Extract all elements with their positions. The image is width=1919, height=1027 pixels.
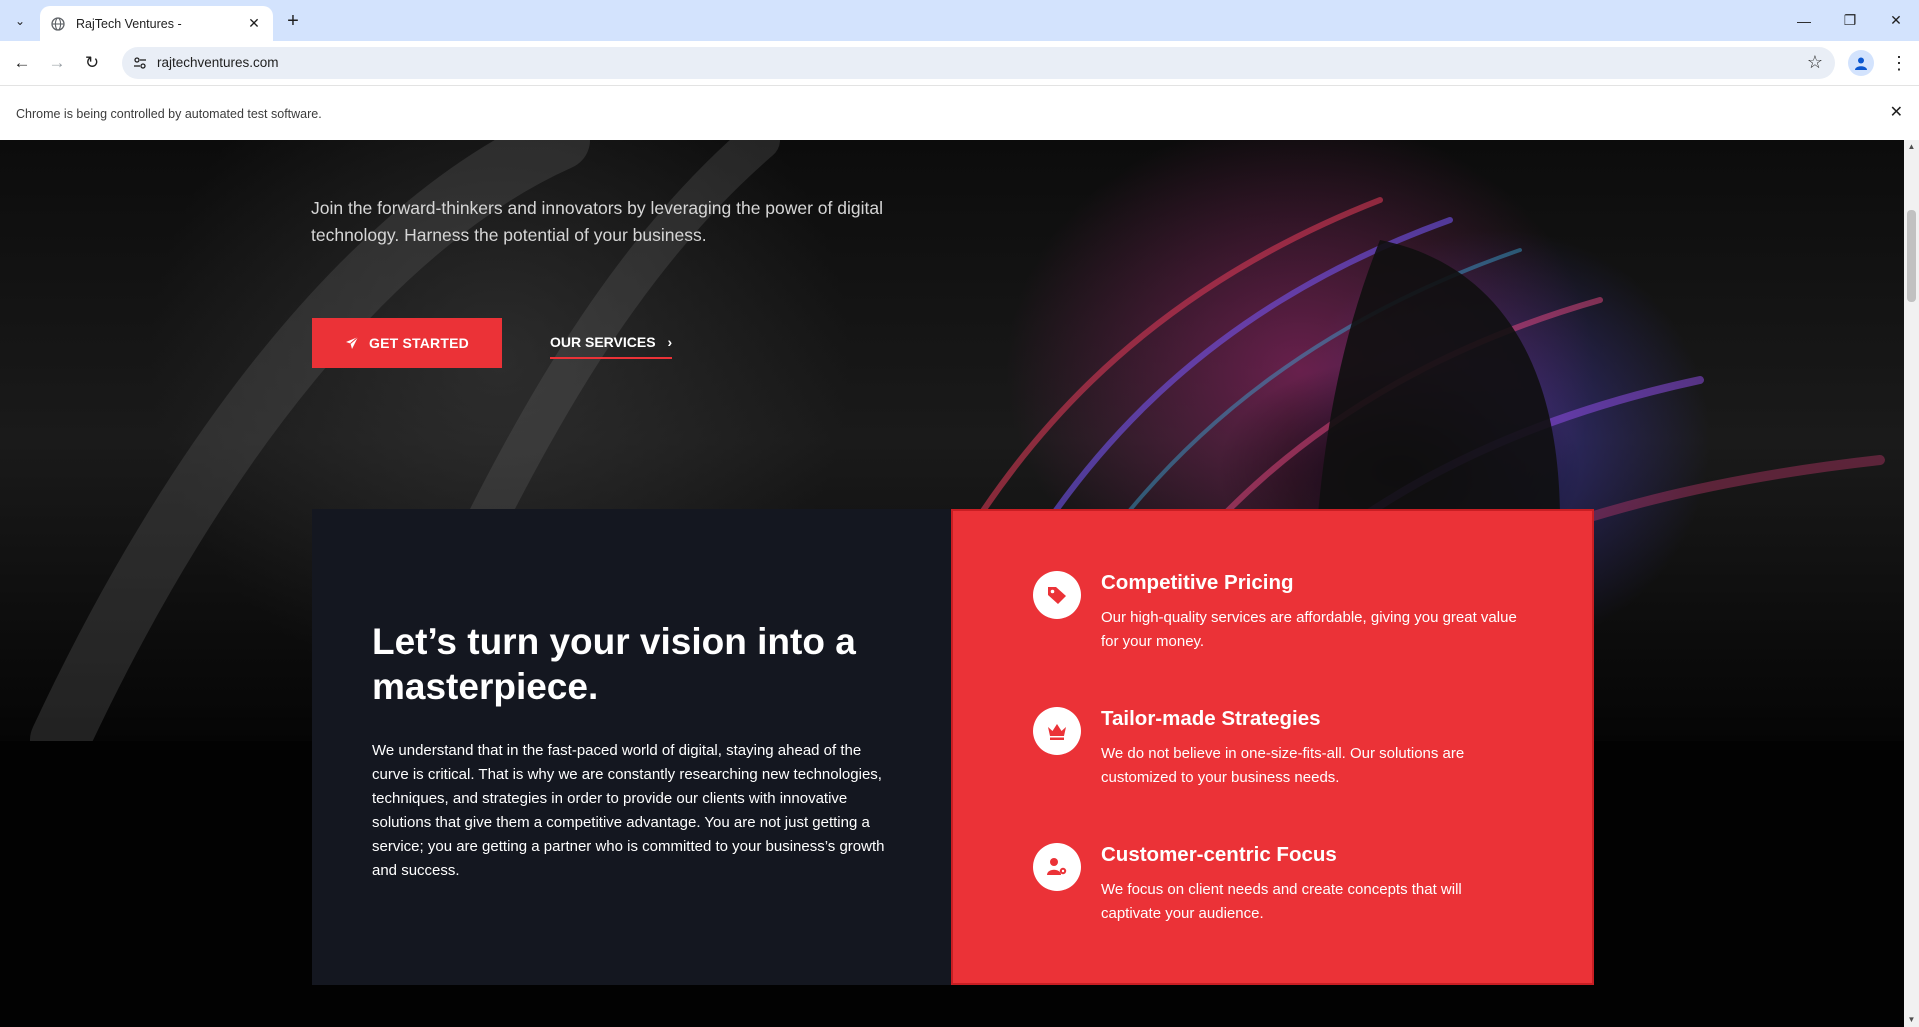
browser-tab[interactable]: RajTech Ventures - ✕ [40,6,273,41]
minimize-icon[interactable]: — [1781,0,1827,41]
profile-avatar-icon[interactable] [1848,50,1874,76]
feature-title: Customer-centric Focus [1101,843,1337,866]
our-services-link[interactable]: OUR SERVICES › [550,332,672,352]
reload-icon[interactable]: ↻ [78,49,106,77]
forward-icon[interactable]: → [43,49,71,77]
feature-description: Our high-quality services are affordable… [1101,609,1517,650]
our-services-underline [550,357,672,359]
feature-title: Tailor-made Strategies [1101,707,1321,730]
intro-panel: Let’s turn your vision into a masterpiec… [312,509,951,985]
scrollbar-thumb[interactable] [1907,210,1916,302]
automation-infobar: Chrome is being controlled by automated … [0,85,1919,140]
user-gear-icon [1033,843,1081,891]
tab-title: RajTech Ventures - [76,16,182,31]
scroll-down-arrow-icon[interactable]: ▼ [1907,1015,1916,1025]
our-services-label: OUR SERVICES [550,334,656,350]
crown-icon [1033,707,1081,755]
tab-search-dropdown-icon[interactable]: ⌄ [8,9,32,33]
infobar-close-icon[interactable]: ✕ [1890,102,1903,122]
page-viewport: Join the forward-thinkers and innovators… [0,140,1919,1027]
address-bar[interactable]: rajtechventures.com ☆ [122,47,1835,79]
window-close-icon[interactable]: ✕ [1873,0,1919,41]
get-started-label: GET STARTED [369,335,469,351]
scroll-up-arrow-icon[interactable]: ▲ [1907,142,1916,152]
site-info-icon[interactable] [130,53,150,73]
new-tab-icon[interactable]: + [281,9,305,33]
globe-icon [50,16,66,32]
intro-heading: Let’s turn your vision into a masterpiec… [372,621,856,707]
page-scrollbar[interactable]: ▲ ▼ [1904,140,1919,1027]
chrome-menu-icon[interactable]: ⋮ [1886,50,1912,76]
bookmark-star-icon[interactable]: ☆ [1807,52,1823,73]
restore-icon[interactable]: ❐ [1827,0,1873,41]
chevron-right-icon: › [667,334,673,350]
paper-plane-icon [345,336,359,350]
back-icon[interactable]: ← [8,49,36,77]
feature-title: Competitive Pricing [1101,571,1294,594]
url-text: rajtechventures.com [157,55,279,70]
feature-description: We do not believe in one-size-fits-all. … [1101,745,1465,786]
features-panel: Competitive Pricing Our high-quality ser… [951,509,1594,985]
get-started-button[interactable]: GET STARTED [312,318,502,368]
hero-tagline: Join the forward-thinkers and innovators… [311,198,883,245]
price-tag-icon [1033,571,1081,619]
browser-tabbar: ⌄ RajTech Ventures - ✕ + — ❐ ✕ [0,0,1919,41]
feature-description: We focus on client needs and create conc… [1101,881,1462,922]
intro-body: We understand that in the fast-paced wor… [372,742,885,879]
tab-close-icon[interactable]: ✕ [245,15,263,33]
infobar-message: Chrome is being controlled by automated … [16,107,322,121]
